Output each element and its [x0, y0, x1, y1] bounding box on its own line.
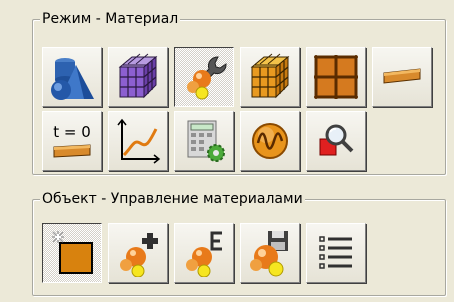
add-material-button[interactable]	[108, 223, 168, 283]
curve-chart-button[interactable]	[108, 111, 168, 171]
time-zero-button[interactable]: t = 0	[42, 111, 102, 171]
wave-icon	[252, 123, 288, 159]
new-material-icon	[52, 231, 93, 274]
curve-chart-icon	[117, 118, 161, 164]
material-tools-button[interactable]	[174, 47, 234, 107]
atom-e-icon	[186, 231, 222, 277]
object-group-title: Объект - Управление материалами	[40, 190, 305, 208]
wave-button[interactable]	[240, 111, 300, 171]
atom-save-icon	[250, 231, 288, 277]
grid-tile-button[interactable]	[306, 47, 366, 107]
plank-icon	[383, 68, 421, 84]
primitives-button[interactable]	[42, 47, 102, 107]
new-material-button[interactable]	[42, 223, 102, 283]
list-icon	[319, 236, 352, 269]
save-material-button[interactable]	[240, 223, 300, 283]
time-zero-label: t = 0	[53, 123, 91, 141]
calculator-button[interactable]	[174, 111, 234, 171]
wrench-atom-icon	[187, 56, 227, 100]
magnifier-icon	[319, 124, 354, 156]
material-list-button[interactable]	[306, 223, 366, 283]
plank-button[interactable]	[372, 47, 432, 107]
calculator-gear-icon	[187, 120, 225, 162]
orange-cube-grid-button[interactable]	[240, 47, 300, 107]
purple-cube-icon	[118, 53, 158, 99]
tile-grid-icon	[314, 55, 358, 99]
atom-plus-icon	[120, 233, 158, 277]
inspect-button[interactable]	[306, 111, 366, 171]
time-zero-icon: t = 0	[53, 123, 91, 158]
volume-grid-button[interactable]	[108, 47, 168, 107]
edit-material-button[interactable]	[174, 223, 234, 283]
shapes-icon	[51, 58, 94, 100]
mode-group-title: Режим - Материал	[40, 10, 181, 28]
orange-cube-icon	[250, 53, 290, 99]
